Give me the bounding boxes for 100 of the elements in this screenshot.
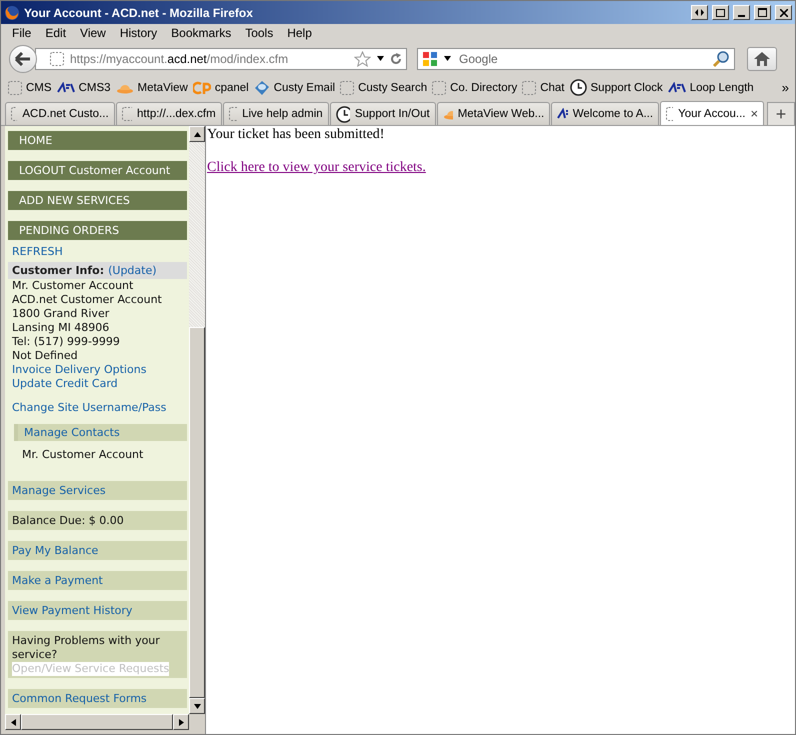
browser-tab[interactable]: MetaView Web... bbox=[436, 102, 550, 125]
sidebar-link[interactable]: Manage Services bbox=[8, 481, 187, 500]
sidebar-link[interactable]: Common Request Forms bbox=[8, 689, 187, 708]
problems-text: Having Problems with your service? bbox=[12, 634, 161, 662]
more-bookmarks-button[interactable]: » bbox=[782, 80, 789, 95]
window-icon bbox=[716, 8, 725, 16]
bookmark[interactable]: Chat bbox=[522, 80, 564, 94]
browser-tab[interactable]: Welcome to A... bbox=[551, 102, 660, 125]
sidebar-nav-item[interactable]: ADD NEW SERVICES bbox=[8, 191, 187, 210]
bookmark[interactable]: Co. Directory bbox=[432, 80, 518, 94]
logo-icon bbox=[56, 82, 75, 94]
tab-label: Support In/Out bbox=[354, 108, 430, 120]
tab-label: Live help admin bbox=[242, 108, 323, 120]
maximize-button[interactable] bbox=[754, 5, 771, 20]
browser-tab[interactable]: Support In/Out bbox=[330, 102, 436, 125]
menu-item[interactable]: Bookmarks bbox=[164, 26, 238, 40]
home-icon bbox=[754, 52, 770, 66]
sidebar-link[interactable]: Invoice Delivery Options bbox=[8, 363, 187, 377]
reload-icon[interactable] bbox=[390, 52, 402, 64]
bookmark[interactable]: Loop Length bbox=[668, 82, 754, 94]
up-arrow-icon bbox=[194, 132, 200, 136]
menu-item[interactable]: Tools bbox=[238, 26, 280, 40]
minimize-icon bbox=[738, 14, 745, 16]
menu-item[interactable]: File bbox=[5, 26, 38, 40]
scroll-thumb[interactable] bbox=[189, 327, 205, 698]
horizontal-scroll-thumb[interactable] bbox=[21, 714, 173, 730]
logo-icon bbox=[668, 82, 686, 94]
url-field[interactable]: https://myaccount.acd.net/mod/index.cfm bbox=[35, 48, 407, 70]
scroll-right-button[interactable] bbox=[173, 714, 189, 730]
blank-page-icon bbox=[50, 52, 64, 66]
cp-logo-icon bbox=[192, 80, 211, 94]
bookmark[interactable]: Custy Email bbox=[254, 80, 336, 96]
minimize-button[interactable] bbox=[733, 5, 750, 20]
view-tickets-link[interactable]: Click here to view your service tickets. bbox=[207, 160, 426, 176]
sidebar-link[interactable]: Change Site Username/Pass bbox=[8, 401, 187, 414]
menu-item[interactable]: History bbox=[112, 26, 164, 40]
bookmark[interactable]: cpanel bbox=[192, 80, 249, 94]
scroll-down-button[interactable] bbox=[189, 698, 205, 714]
blank-page-icon bbox=[228, 107, 238, 121]
new-tab-button[interactable]: + bbox=[767, 102, 795, 125]
scroll-left-button[interactable] bbox=[5, 714, 21, 730]
globe-icon bbox=[254, 80, 270, 96]
close-icon bbox=[780, 8, 788, 16]
bookmark[interactable]: CMS3 bbox=[56, 82, 111, 94]
bookmark[interactable]: Support Clock bbox=[570, 79, 663, 96]
search-field[interactable]: Google bbox=[417, 48, 735, 70]
browser-tab[interactable]: http://...dex.cfm bbox=[116, 102, 222, 125]
menu-item[interactable]: View bbox=[73, 26, 113, 40]
clock-icon bbox=[570, 79, 586, 96]
sidebar-link[interactable]: Update Credit Card bbox=[8, 377, 187, 391]
manage-contacts-link[interactable]: Manage Contacts bbox=[14, 424, 187, 441]
bookmark[interactable]: MetaView bbox=[116, 82, 188, 94]
blank-page-icon bbox=[8, 80, 22, 94]
back-arrow-icon bbox=[15, 52, 31, 66]
url-text: https://myaccount.acd.net/mod/index.cfm bbox=[70, 52, 290, 66]
close-button[interactable] bbox=[775, 5, 792, 20]
blank-page-icon bbox=[122, 107, 132, 121]
menu-item[interactable]: Edit bbox=[38, 26, 74, 40]
sidebar-nav-item[interactable]: LOGOUT Customer Account bbox=[8, 161, 187, 180]
scrollbar-corner bbox=[189, 714, 205, 730]
horizontal-scrollbar[interactable] bbox=[5, 714, 205, 734]
customer-info-heading: Customer Info: bbox=[12, 264, 104, 277]
bookmark[interactable]: CMS bbox=[8, 80, 52, 94]
tab-label: Your Accou... bbox=[678, 108, 746, 120]
tab-label: MetaView Web... bbox=[458, 108, 544, 120]
tab-close-button[interactable]: × bbox=[750, 106, 758, 121]
restore-button[interactable] bbox=[691, 5, 708, 20]
home-button[interactable] bbox=[747, 46, 777, 70]
right-arrow-icon bbox=[178, 718, 184, 726]
update-link[interactable]: (Update) bbox=[108, 264, 157, 277]
browser-logo-icon bbox=[4, 4, 20, 20]
scroll-up-button[interactable] bbox=[189, 126, 205, 142]
bookmark[interactable]: Custy Search bbox=[340, 80, 428, 94]
blank-page-icon bbox=[340, 80, 354, 94]
vertical-scrollbar[interactable] bbox=[189, 126, 205, 714]
customer-info-line: ACD.net Customer Account bbox=[11, 293, 163, 307]
back-button[interactable] bbox=[9, 44, 37, 72]
sidebar-link[interactable]: REFRESH bbox=[8, 245, 187, 258]
blank-page-icon bbox=[11, 107, 18, 121]
search-icon[interactable] bbox=[712, 50, 730, 68]
customer-info-line: Lansing MI 48906 bbox=[11, 321, 110, 335]
browser-tab[interactable]: ACD.net Custo... bbox=[5, 102, 115, 125]
down-arrow-icon bbox=[194, 704, 200, 708]
sidebar-link[interactable]: Make a Payment bbox=[8, 571, 187, 590]
window-button[interactable] bbox=[712, 5, 729, 20]
clock-icon bbox=[336, 106, 350, 122]
star-icon[interactable] bbox=[354, 50, 371, 66]
browser-tab[interactable]: Your Accou... × bbox=[660, 101, 764, 125]
browser-tab[interactable]: Live help admin bbox=[222, 102, 329, 125]
dome-icon bbox=[442, 108, 453, 120]
blank-page-icon bbox=[432, 80, 446, 94]
arrows-icon bbox=[695, 9, 704, 16]
menu-item[interactable]: Help bbox=[280, 26, 319, 40]
blank-page-icon bbox=[666, 106, 674, 120]
sidebar-nav-item[interactable]: HOME bbox=[8, 131, 187, 150]
balance-due-text: Balance Due: $ 0.00 bbox=[8, 511, 187, 530]
left-arrow-icon bbox=[10, 718, 16, 726]
sidebar-link[interactable]: View Payment History bbox=[8, 601, 187, 620]
sidebar-link[interactable]: Pay My Balance bbox=[8, 541, 187, 560]
sidebar-nav-item[interactable]: PENDING ORDERS bbox=[8, 221, 187, 240]
